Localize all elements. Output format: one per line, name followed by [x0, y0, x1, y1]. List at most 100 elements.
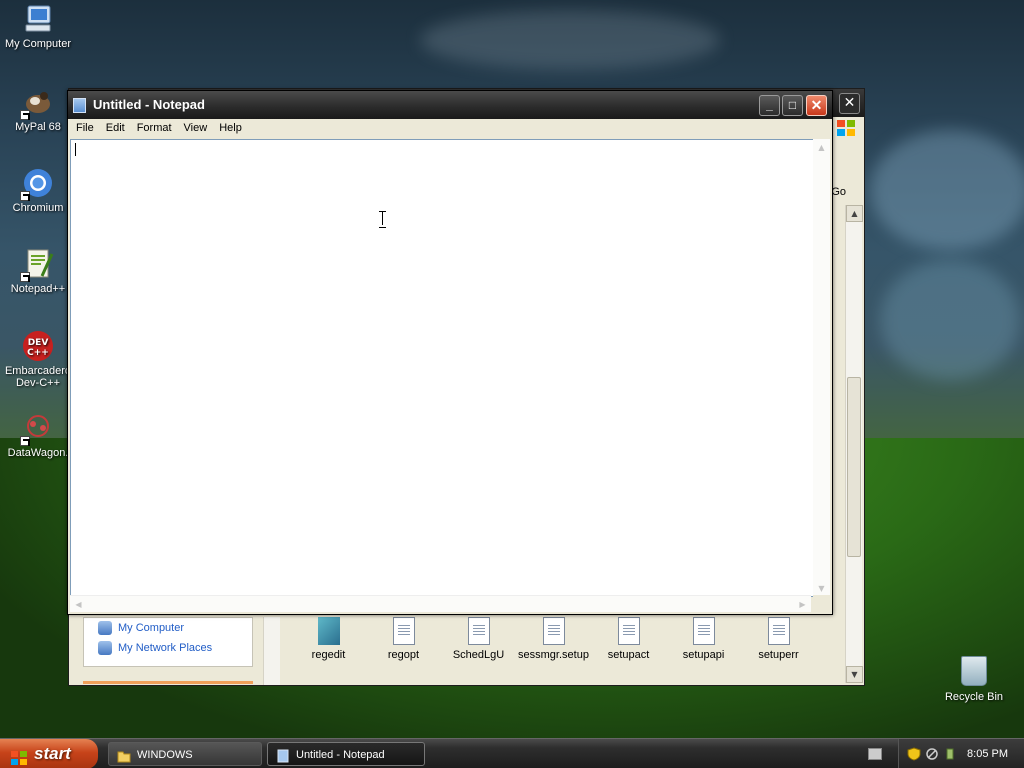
text-editor[interactable] [70, 139, 828, 597]
desktop-icon-label: Recycle Bin [944, 691, 1004, 703]
text-file-icon [542, 617, 565, 645]
scroll-right-icon[interactable]: ▶ [794, 596, 811, 613]
folder-icon [117, 748, 131, 763]
text-caret [75, 143, 76, 156]
scroll-up-icon[interactable]: ▲ [813, 139, 830, 156]
windows-logo-icon [10, 746, 28, 765]
desktop-icon-chromium[interactable]: Chromium [0, 167, 76, 214]
scroll-thumb[interactable] [847, 377, 861, 557]
network-icon[interactable] [925, 747, 939, 761]
taskbar-button-notepad[interactable]: Untitled - Notepad [267, 742, 425, 766]
file-item[interactable]: regopt [366, 617, 441, 667]
text-file-icon [767, 617, 790, 645]
desktop-icon-my-computer[interactable]: My Computer [0, 3, 76, 50]
file-item[interactable]: regedit [291, 617, 366, 667]
text-file-icon [392, 617, 415, 645]
shortcut-arrow-icon [20, 110, 30, 120]
shortcut-arrow-icon [20, 191, 30, 201]
place-label: My Network Places [118, 642, 213, 654]
chromium-icon [20, 167, 54, 201]
file-label: SchedLgU [452, 649, 505, 661]
safely-remove-hardware-icon[interactable] [943, 747, 957, 761]
taskbar-button-windows[interactable]: WINDOWS [108, 742, 262, 766]
notepad-icon [73, 98, 86, 113]
left-pane-scrollbar[interactable] [263, 617, 280, 685]
close-button[interactable]: ✕ [806, 95, 827, 116]
menu-edit[interactable]: Edit [101, 119, 132, 137]
notepad-title-bar[interactable]: Untitled - Notepad _ □ ✕ [68, 91, 832, 119]
desktop-icon-recycle-bin[interactable]: Recycle Bin [942, 656, 1006, 703]
file-label: setuperr [758, 649, 799, 661]
ibeam-cursor-icon [379, 211, 386, 228]
computer-icon [22, 3, 54, 35]
file-label: regedit [311, 649, 346, 661]
go-button[interactable]: Go [831, 186, 846, 198]
editor-vertical-scrollbar[interactable]: ▲ ▼ [813, 139, 830, 597]
task-label: WINDOWS [137, 749, 193, 761]
datawagon-icon [20, 412, 54, 446]
clock[interactable]: 8:05 PM [967, 739, 1008, 768]
desktop-icon-datawagon[interactable]: DataWagon. [0, 412, 76, 459]
windows-logo-icon [836, 119, 856, 137]
keyboard-icon[interactable] [868, 748, 882, 760]
start-button[interactable]: start [0, 739, 98, 768]
menu-view[interactable]: View [179, 119, 215, 137]
editor-horizontal-scrollbar[interactable]: ◀ ▶ [70, 595, 811, 612]
notepad-window[interactable]: Untitled - Notepad _ □ ✕ File Edit Forma… [67, 90, 833, 615]
explorer-vertical-scrollbar[interactable]: ▲ ▼ [845, 205, 863, 683]
desktop-icon-label: MyPal 68 [15, 121, 61, 133]
minimize-button[interactable]: _ [759, 95, 780, 116]
pane-divider [83, 681, 253, 684]
file-item[interactable]: setupapi [666, 617, 741, 667]
desktop-icon-label: Notepad++ [10, 283, 66, 295]
mypal-icon [20, 86, 54, 120]
desktop-icon-label: Embarcadero Dev-C++ [4, 365, 72, 389]
size-grip[interactable] [813, 595, 830, 612]
file-label: setupapi [682, 649, 725, 661]
menu-bar: File Edit Format View Help [68, 119, 832, 137]
desktop-icon-label: DataWagon. [7, 447, 69, 459]
other-places-pane: My Computer My Network Places [83, 617, 253, 667]
desktop-icon-label: Chromium [12, 202, 64, 214]
scroll-down-icon[interactable]: ▼ [846, 666, 863, 683]
recycle-bin-icon [961, 656, 987, 686]
desktop-icon-label: My Computer [4, 38, 72, 50]
menu-file[interactable]: File [71, 119, 101, 137]
file-label: setupact [607, 649, 650, 661]
notepadpp-icon [20, 248, 54, 282]
menu-help[interactable]: Help [214, 119, 249, 137]
scroll-up-icon[interactable]: ▲ [846, 205, 863, 222]
shortcut-arrow-icon [20, 436, 30, 446]
file-item[interactable]: sessmgr.setup [516, 617, 591, 667]
system-tray: 8:05 PM [898, 739, 1024, 768]
shortcut-arrow-icon [20, 272, 30, 282]
computer-icon [98, 621, 112, 635]
file-label: sessmgr.setup [518, 649, 589, 661]
start-label: start [34, 744, 71, 763]
devcpp-icon: DEV C++ [22, 330, 54, 362]
place-my-computer[interactable]: My Computer [84, 618, 252, 638]
text-file-icon [467, 617, 490, 645]
file-item[interactable]: setupact [591, 617, 666, 667]
maximize-button[interactable]: □ [782, 95, 803, 116]
registry-icon [317, 617, 340, 645]
text-file-icon [692, 617, 715, 645]
taskbar: start WINDOWS Untitled - Notepad 8:05 PM [0, 738, 1024, 768]
desktop-icon-devcpp[interactable]: DEV C++ Embarcadero Dev-C++ [0, 330, 76, 389]
text-file-icon [617, 617, 640, 645]
explorer-close-button[interactable]: ✕ [839, 93, 860, 114]
place-my-network-places[interactable]: My Network Places [84, 638, 252, 658]
security-shield-icon[interactable] [907, 747, 921, 761]
desktop-icon-notepadpp[interactable]: Notepad++ [0, 248, 76, 295]
place-label: My Computer [118, 622, 185, 634]
task-label: Untitled - Notepad [296, 749, 385, 761]
file-item[interactable]: setuperr [741, 617, 816, 667]
file-item[interactable]: SchedLgU [441, 617, 516, 667]
svg-text:DEV: DEV [28, 338, 49, 348]
scroll-left-icon[interactable]: ◀ [70, 596, 87, 613]
desktop-icon-mypal[interactable]: MyPal 68 [0, 86, 76, 133]
file-label: regopt [387, 649, 420, 661]
notepad-icon [276, 748, 290, 763]
menu-format[interactable]: Format [132, 119, 179, 137]
network-icon [98, 641, 112, 655]
